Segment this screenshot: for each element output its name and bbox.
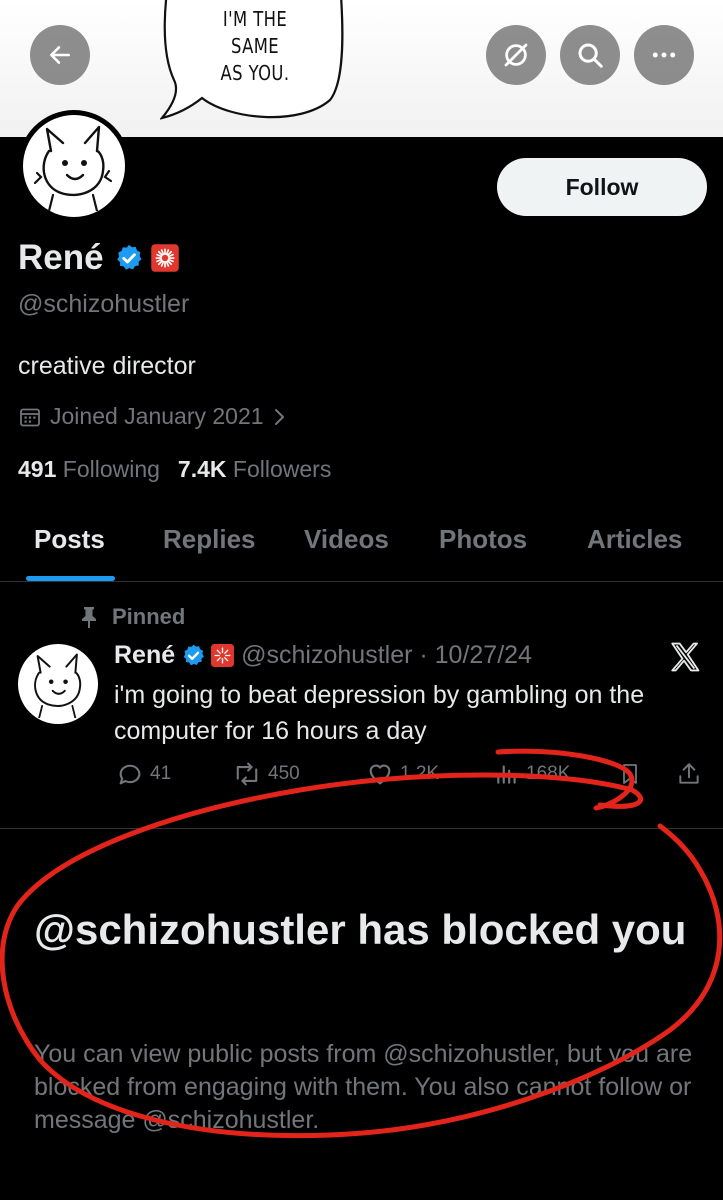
profile-bio: creative director [18, 352, 196, 380]
tab-videos[interactable]: Videos [304, 524, 389, 555]
search-button[interactable] [560, 25, 620, 85]
following-label: Following [62, 456, 160, 482]
joined-date-row[interactable]: Joined January 2021 [18, 403, 288, 430]
speech-bubble-text: I'M THE SAME AS YOU. [220, 7, 290, 85]
post-actions: 41 450 1.2K 168K [0, 760, 723, 794]
profile-avatar[interactable] [18, 110, 130, 222]
views-count: 168K [526, 763, 571, 784]
blocked-title: @schizohustler has blocked you [34, 906, 687, 953]
post-handle-date: @schizohustler · 10/27/24 [241, 641, 532, 669]
verified-badge-icon[interactable] [114, 243, 144, 273]
back-button[interactable] [30, 25, 90, 85]
follow-button[interactable]: Follow [497, 158, 707, 216]
tab-photos[interactable]: Photos [439, 524, 527, 555]
post-header: René @schizohustler · 10/27/24 [114, 641, 532, 670]
bookmark-icon [623, 764, 637, 784]
like-count: 1.2K [400, 763, 440, 784]
followers-link[interactable]: 7.4K Followers [178, 456, 331, 483]
cat-doodle-avatar-image [33, 125, 113, 211]
pinned-indicator: Pinned [80, 604, 185, 630]
post-author-avatar[interactable] [18, 644, 98, 724]
reply-button[interactable]: 41 [116, 760, 171, 788]
slashed-circle-icon [504, 43, 528, 67]
like-button[interactable]: 1.2K [366, 760, 439, 788]
active-tab-indicator [26, 576, 115, 581]
arrow-left-icon [50, 46, 70, 64]
section-divider [0, 828, 723, 829]
following-link[interactable]: 491 Following [18, 456, 160, 483]
tab-articles[interactable]: Articles [587, 524, 682, 555]
followers-count: 7.4K [177, 456, 227, 482]
post-author-name[interactable]: René [114, 641, 175, 670]
pinned-label: Pinned [112, 604, 186, 629]
reply-icon [119, 764, 141, 785]
profile-tabs: Posts Replies Videos Photos Articles [0, 500, 723, 582]
more-horizontal-icon [652, 52, 676, 58]
affiliate-badge-icon [211, 644, 235, 667]
repost-button[interactable]: 450 [232, 760, 300, 788]
views-chart-icon [497, 765, 516, 784]
repost-count: 450 [268, 763, 300, 784]
share-button[interactable] [676, 760, 702, 788]
x-logo-icon [671, 642, 700, 672]
profile-banner[interactable]: I'M THE SAME AS YOU. [0, 0, 723, 137]
affiliate-badge-icon[interactable] [150, 243, 180, 273]
profile-handle: @schizohustler [18, 290, 190, 318]
verified-badge-icon [183, 644, 205, 666]
reply-count: 41 [150, 763, 172, 784]
follow-stats: 491 Following 7.4K Followers [18, 456, 331, 483]
tab-posts[interactable]: Posts [34, 524, 105, 555]
followers-label: Followers [232, 456, 332, 482]
pin-icon [82, 607, 96, 628]
profile-name-row: René [18, 238, 180, 278]
chevron-right-icon [274, 408, 284, 425]
heart-icon [369, 764, 391, 785]
profile-name: René [18, 238, 104, 277]
tab-replies[interactable]: Replies [163, 524, 256, 555]
blocked-description: You can view public posts from @schizohu… [34, 1040, 693, 1134]
bookmark-button[interactable] [618, 760, 642, 788]
following-count: 491 [18, 456, 57, 482]
joined-date-text: Joined January 2021 [50, 403, 264, 429]
more-button[interactable] [634, 25, 694, 85]
share-icon [679, 763, 699, 784]
calendar-icon [20, 408, 40, 426]
mute-button[interactable] [486, 25, 546, 85]
post-text[interactable]: i'm going to beat depression by gambling… [114, 677, 714, 749]
views-button[interactable]: 168K [494, 760, 570, 788]
cat-doodle-avatar-image [34, 653, 82, 718]
repost-icon [236, 762, 258, 786]
search-icon [578, 43, 603, 68]
